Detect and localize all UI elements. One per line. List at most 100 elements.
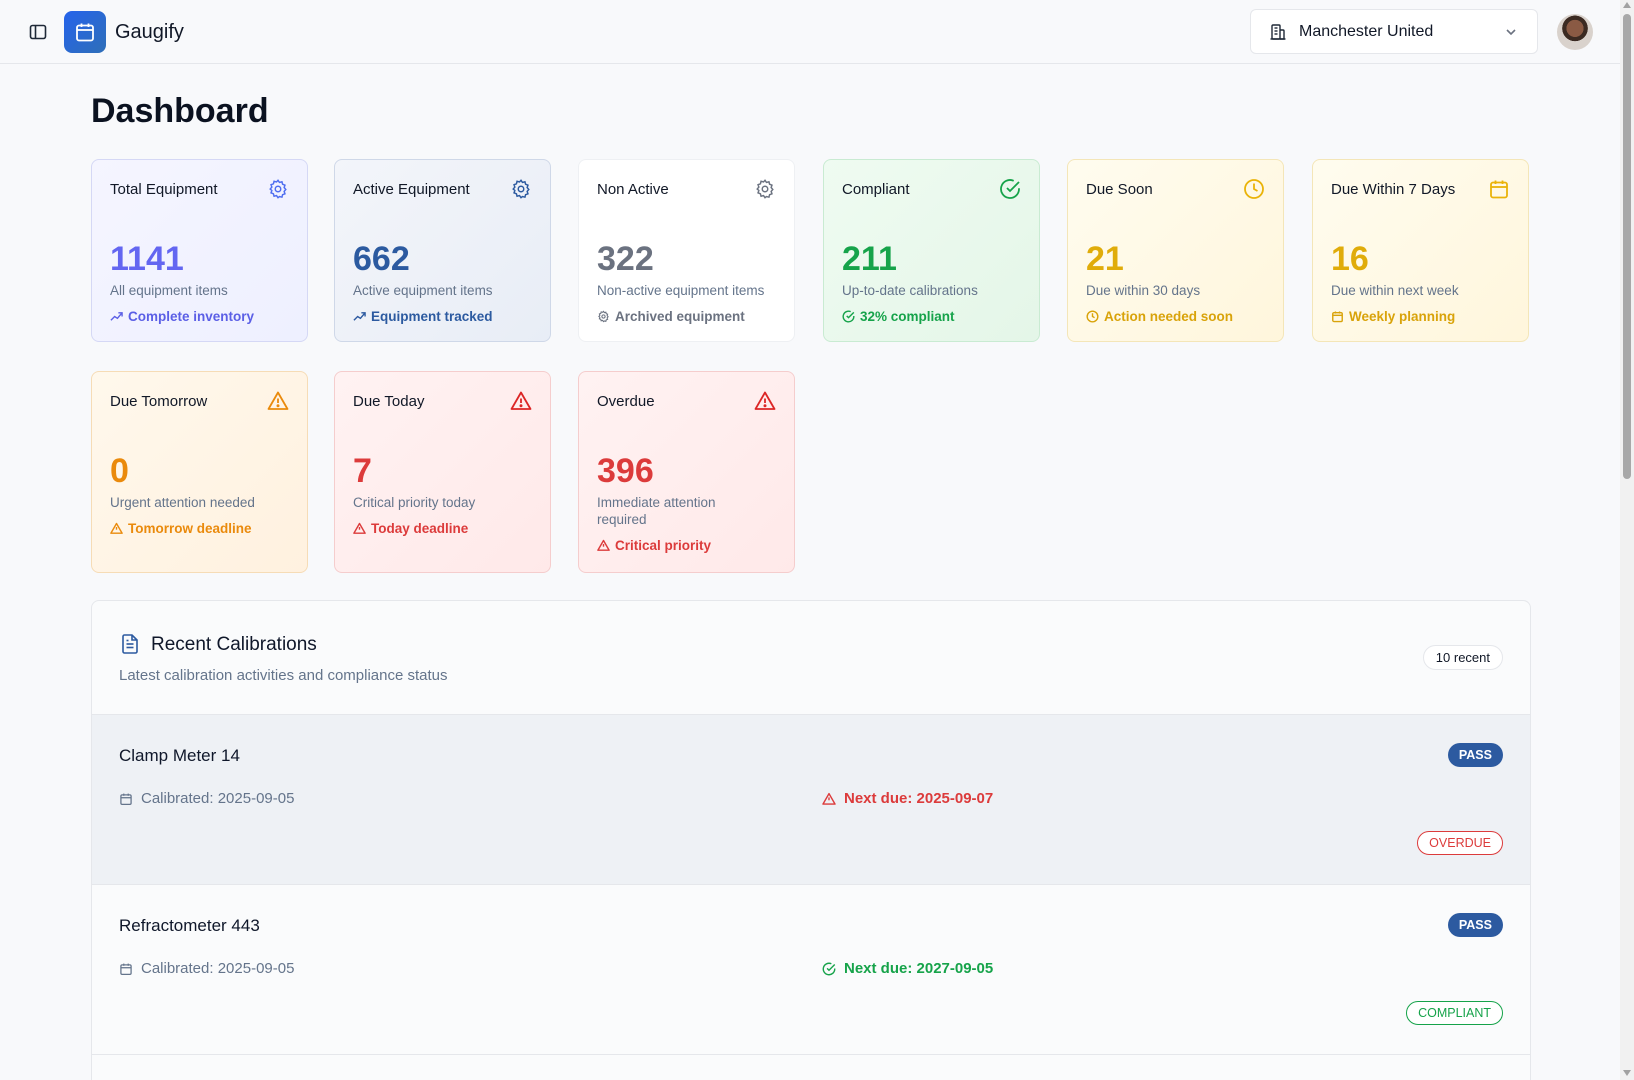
result-badge: PASS xyxy=(1447,913,1503,937)
app-name: Gaugify xyxy=(115,21,184,43)
card-subtitle: Due within next week xyxy=(1331,283,1459,298)
equipment-name: Clamp Meter 14 xyxy=(119,746,240,765)
document-icon xyxy=(119,633,141,655)
stat-card-non-active[interactable]: Non Active 322 Non-active equipment item… xyxy=(578,159,795,342)
card-footer: Equipment tracked xyxy=(353,309,493,324)
calibrated-date-text: Calibrated: 2025-09-05 xyxy=(141,960,295,977)
card-footer: Tomorrow deadline xyxy=(110,521,252,536)
card-subtitle: Non-active equipment items xyxy=(597,283,765,298)
warning-icon xyxy=(822,792,836,806)
card-footer-text: Complete inventory xyxy=(128,309,255,324)
check-circle-icon xyxy=(999,178,1021,200)
card-title: Active Equipment xyxy=(353,181,470,198)
recent-count-badge: 10 recent xyxy=(1422,645,1503,670)
card-value: 21 xyxy=(1086,240,1124,278)
card-value: 322 xyxy=(597,240,654,278)
card-value: 7 xyxy=(353,452,372,490)
warning-icon xyxy=(353,522,366,535)
calibrated-date: Calibrated: 2025-09-05 xyxy=(119,790,294,807)
card-subtitle: Urgent attention needed xyxy=(110,495,255,510)
card-subtitle: Up-to-date calibrations xyxy=(842,283,978,298)
clock-icon xyxy=(1086,310,1099,323)
calibration-row[interactable]: Clamp Meter 14 PASS Calibrated: 2025-09-… xyxy=(92,715,1530,885)
card-title: Due Tomorrow xyxy=(110,393,208,410)
card-footer-text: Equipment tracked xyxy=(371,309,493,324)
recent-calibrations-title: Recent Calibrations xyxy=(151,634,317,655)
organization-name: Manchester United xyxy=(1299,22,1434,40)
gear-icon xyxy=(267,178,289,200)
stat-card-due-today[interactable]: Due Today 7 Critical priority today Toda… xyxy=(334,371,551,573)
card-value: 211 xyxy=(842,240,897,278)
card-value: 0 xyxy=(110,452,129,490)
card-footer: Complete inventory xyxy=(110,309,254,324)
check-circle-icon xyxy=(842,310,855,323)
calendar-icon xyxy=(119,792,133,806)
gear-icon xyxy=(510,178,532,200)
stat-card-compliant[interactable]: Compliant 211 Up-to-date calibrations 32… xyxy=(823,159,1040,342)
stat-card-due-within-7-days[interactable]: Due Within 7 Days 16 Due within next wee… xyxy=(1312,159,1529,342)
card-footer-text: Action needed soon xyxy=(1104,309,1234,324)
card-footer-text: Archived equipment xyxy=(615,309,745,324)
calibrated-date: Calibrated: 2025-09-05 xyxy=(119,960,294,977)
chevron-down-icon xyxy=(1503,24,1519,40)
card-footer: Today deadline xyxy=(353,521,468,536)
scroll-down-arrow[interactable] xyxy=(1623,1070,1631,1076)
card-subtitle: Active equipment items xyxy=(353,283,493,298)
calendar-icon xyxy=(1331,310,1344,323)
building-icon xyxy=(1269,23,1287,41)
warning-icon xyxy=(597,539,610,552)
card-footer: Weekly planning xyxy=(1331,309,1455,324)
trend-up-icon xyxy=(110,310,123,323)
card-footer-text: Today deadline xyxy=(371,521,469,536)
check-circle-icon xyxy=(822,962,836,976)
next-due-text: Next due: 2027-09-05 xyxy=(844,960,994,977)
card-title: Total Equipment xyxy=(110,181,218,198)
calendar-icon[interactable] xyxy=(64,11,106,53)
warning-icon xyxy=(754,390,776,412)
card-title: Compliant xyxy=(842,181,910,198)
calibration-row[interactable]: Refractometer 443 PASS Calibrated: 2025-… xyxy=(92,885,1530,1055)
status-badge: OVERDUE xyxy=(1417,831,1503,855)
stat-card-overdue[interactable]: Overdue 396 Immediate attention required… xyxy=(578,371,795,573)
card-value: 396 xyxy=(597,452,654,490)
gear-icon xyxy=(754,178,776,200)
next-due-date: Next due: 2027-09-05 xyxy=(822,960,993,977)
card-value: 662 xyxy=(353,240,410,278)
page-title: Dashboard xyxy=(91,92,269,130)
sidebar-toggle-icon[interactable] xyxy=(26,20,50,44)
card-title: Due Soon xyxy=(1086,181,1153,198)
organization-select[interactable]: Manchester United xyxy=(1250,9,1538,54)
card-subtitle: Immediate attention required xyxy=(597,495,716,527)
scroll-up-arrow[interactable] xyxy=(1623,2,1631,8)
card-title: Overdue xyxy=(597,393,655,410)
warning-icon xyxy=(267,390,289,412)
scrollbar[interactable] xyxy=(1620,0,1634,1080)
card-title: Due Within 7 Days xyxy=(1331,181,1456,198)
next-due-date: Next due: 2025-09-07 xyxy=(822,790,993,807)
calendar-icon xyxy=(119,962,133,976)
recent-calibrations-subtitle: Latest calibration activities and compli… xyxy=(119,667,448,684)
card-footer-text: Critical priority xyxy=(615,538,712,553)
card-footer-text: 32% compliant xyxy=(860,309,955,324)
trend-up-icon xyxy=(353,310,366,323)
gear-icon xyxy=(597,310,610,323)
card-value: 1141 xyxy=(110,240,184,278)
next-due-text: Next due: 2025-09-07 xyxy=(844,790,994,807)
card-subtitle: All equipment items xyxy=(110,283,228,298)
card-value: 16 xyxy=(1331,240,1369,278)
stat-card-total-equipment[interactable]: Total Equipment 1141 All equipment items… xyxy=(91,159,308,342)
equipment-name: Refractometer 443 xyxy=(119,916,260,935)
card-footer-text: Tomorrow deadline xyxy=(128,521,252,536)
card-subtitle: Critical priority today xyxy=(353,495,476,510)
stat-card-due-tomorrow[interactable]: Due Tomorrow 0 Urgent attention needed T… xyxy=(91,371,308,573)
calendar-icon xyxy=(1488,178,1510,200)
avatar[interactable] xyxy=(1557,14,1593,50)
card-footer: Critical priority xyxy=(597,538,711,553)
result-badge: PASS xyxy=(1447,743,1503,767)
scroll-thumb[interactable] xyxy=(1623,14,1631,479)
warning-icon xyxy=(110,522,123,535)
recent-calibrations-panel: Recent Calibrations Latest calibration a… xyxy=(91,600,1531,1080)
top-bar: Gaugify Manchester United xyxy=(0,0,1620,64)
stat-card-due-soon[interactable]: Due Soon 21 Due within 30 days Action ne… xyxy=(1067,159,1284,342)
stat-card-active-equipment[interactable]: Active Equipment 662 Active equipment it… xyxy=(334,159,551,342)
